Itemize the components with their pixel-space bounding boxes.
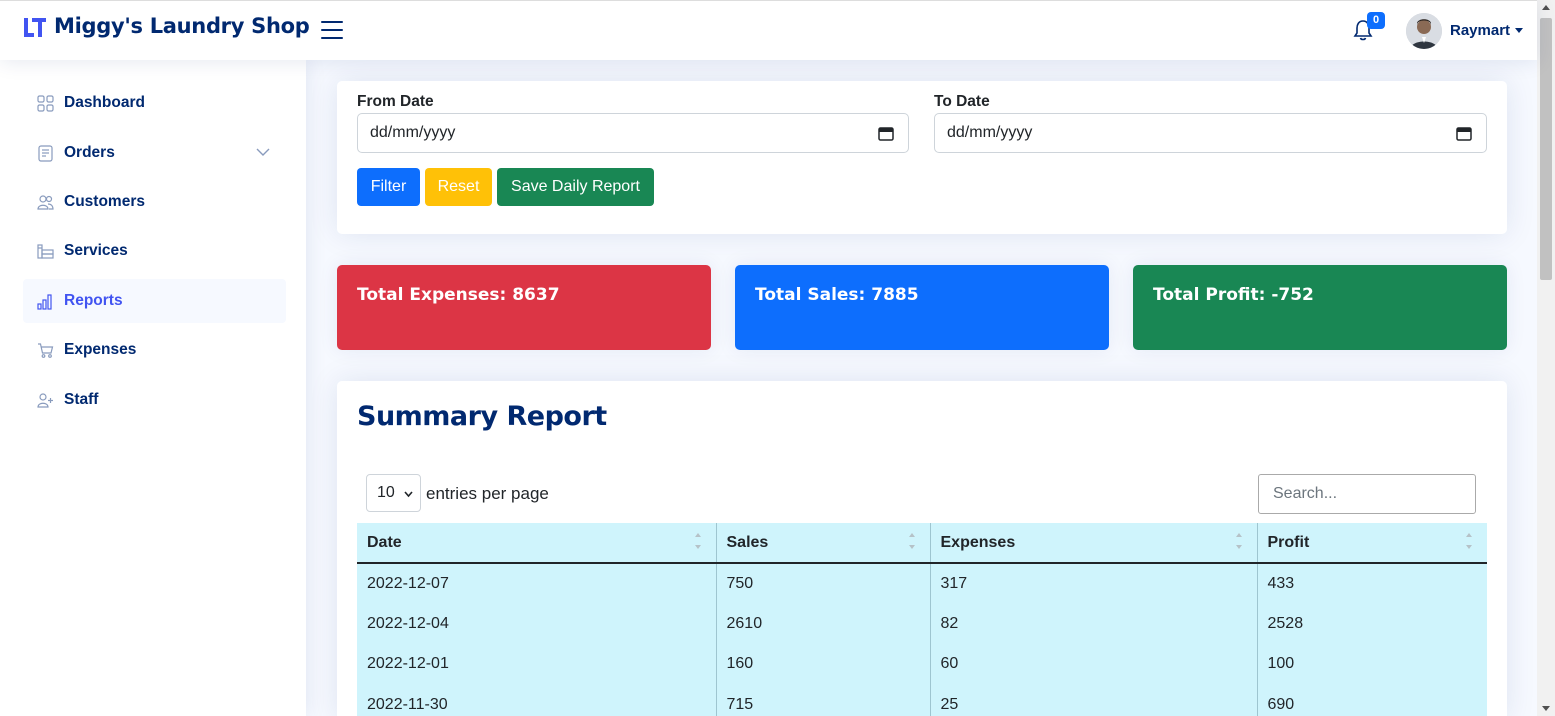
table-row: 2022-12-01 160 60 100 <box>357 644 1487 685</box>
scrollbar-thumb[interactable] <box>1540 18 1552 280</box>
report-table: Date Sales Expenses Profit 2022-12-07 75… <box>357 523 1487 716</box>
scroll-up-arrow-icon[interactable] <box>1542 5 1550 10</box>
user-name: Raymart <box>1450 22 1511 39</box>
sort-icon[interactable] <box>694 533 702 555</box>
reset-button[interactable]: Reset <box>425 168 492 206</box>
brand-name: Miggy's Laundry Shop <box>54 14 310 38</box>
sort-icon[interactable] <box>908 533 916 555</box>
from-date-value: dd/mm/yyyy <box>370 124 456 141</box>
cart-icon <box>38 342 54 358</box>
sidebar-item-label: Customers <box>64 193 145 210</box>
column-header-sales[interactable]: Sales <box>715 523 930 564</box>
sidebar-item-expenses[interactable]: Expenses <box>23 328 286 372</box>
cell-sales: 160 <box>715 644 930 685</box>
sidebar-item-label: Staff <box>64 391 99 408</box>
from-date-label: From Date <box>357 93 434 110</box>
per-page-value: 10 <box>377 484 395 501</box>
cell-profit: 690 <box>1256 684 1487 716</box>
notification-badge: 0 <box>1367 12 1385 29</box>
chevron-down-icon <box>404 491 413 498</box>
person-add-icon <box>37 392 53 408</box>
filter-button[interactable]: Filter <box>357 168 420 206</box>
per-page-label: entries per page <box>426 484 549 503</box>
cell-expenses: 82 <box>929 603 1257 644</box>
save-daily-report-button[interactable]: Save Daily Report <box>497 168 654 206</box>
menu-toggle-icon[interactable] <box>321 21 343 39</box>
bar-chart-icon <box>37 293 52 310</box>
orders-icon <box>38 144 53 162</box>
cell-sales: 715 <box>715 684 930 716</box>
sidebar-item-label: Expenses <box>64 341 137 358</box>
user-menu[interactable]: Raymart <box>1450 22 1524 39</box>
cell-date: 2022-11-30 <box>357 684 716 716</box>
caret-down-icon <box>1515 28 1524 33</box>
sidebar-item-staff[interactable]: Staff <box>23 378 286 422</box>
sidebar: Dashboard Orders Customers Services Repo… <box>0 60 306 716</box>
cell-profit: 2528 <box>1256 603 1487 644</box>
user-avatar-icon <box>1406 13 1442 49</box>
sidebar-item-label: Services <box>64 242 128 259</box>
cell-expenses: 317 <box>929 563 1257 604</box>
column-header-expenses[interactable]: Expenses <box>929 523 1257 564</box>
search-input[interactable]: Search... <box>1258 474 1476 514</box>
sidebar-item-label: Orders <box>64 144 115 161</box>
sidebar-item-reports[interactable]: Reports <box>23 279 286 323</box>
cell-date: 2022-12-04 <box>357 603 716 644</box>
logo-icon <box>24 18 46 37</box>
report-title: Summary Report <box>357 401 607 432</box>
cell-date: 2022-12-01 <box>357 644 716 685</box>
table-row: 2022-12-07 750 317 433 <box>357 563 1487 604</box>
to-date-value: dd/mm/yyyy <box>947 124 1033 141</box>
calendar-icon[interactable] <box>1456 126 1472 141</box>
cell-sales: 750 <box>715 563 930 604</box>
cell-date: 2022-12-07 <box>357 563 716 604</box>
total-sales-card: Total Sales: 7885 <box>735 265 1109 350</box>
to-date-field[interactable]: dd/mm/yyyy <box>934 113 1487 153</box>
sort-icon[interactable] <box>1465 533 1473 555</box>
total-expenses-card: Total Expenses: 8637 <box>337 265 711 350</box>
sidebar-item-customers[interactable]: Customers <box>23 180 286 224</box>
customers-icon <box>37 194 54 210</box>
from-date-field[interactable]: dd/mm/yyyy <box>357 113 909 153</box>
scroll-down-arrow-icon[interactable] <box>1542 706 1550 711</box>
cell-profit: 100 <box>1256 644 1487 685</box>
cell-sales: 2610 <box>715 603 930 644</box>
sidebar-item-dashboard[interactable]: Dashboard <box>23 81 286 125</box>
table-row: 2022-11-30 715 25 690 <box>357 684 1487 716</box>
to-date-label: To Date <box>934 93 990 110</box>
cell-profit: 433 <box>1256 563 1487 604</box>
sidebar-item-label: Dashboard <box>64 94 145 111</box>
date-filter-card: From Date dd/mm/yyyy To Date dd/mm/yyyy … <box>337 81 1507 234</box>
column-header-profit[interactable]: Profit <box>1256 523 1487 564</box>
total-profit-card: Total Profit: -752 <box>1133 265 1507 350</box>
sort-icon[interactable] <box>1235 533 1243 555</box>
page-scrollbar[interactable] <box>1537 0 1555 716</box>
avatar[interactable] <box>1406 13 1442 49</box>
services-icon <box>37 243 54 259</box>
cell-expenses: 60 <box>929 644 1257 685</box>
sidebar-item-services[interactable]: Services <box>23 229 286 273</box>
top-header: Miggy's Laundry Shop 0 Raymart <box>0 0 1537 60</box>
grid-icon <box>37 94 54 112</box>
sidebar-item-orders[interactable]: Orders <box>23 131 286 175</box>
chevron-down-icon <box>256 148 270 156</box>
logo[interactable]: Miggy's Laundry Shop <box>22 13 310 39</box>
summary-report-card: Summary Report 10 entries per page Searc… <box>337 381 1507 716</box>
column-header-date[interactable]: Date <box>357 523 716 564</box>
sidebar-item-label: Reports <box>64 292 123 309</box>
table-row: 2022-12-04 2610 82 2528 <box>357 603 1487 644</box>
calendar-icon[interactable] <box>878 126 894 141</box>
cell-expenses: 25 <box>929 684 1257 716</box>
entries-per-page-select[interactable]: 10 <box>366 474 421 512</box>
